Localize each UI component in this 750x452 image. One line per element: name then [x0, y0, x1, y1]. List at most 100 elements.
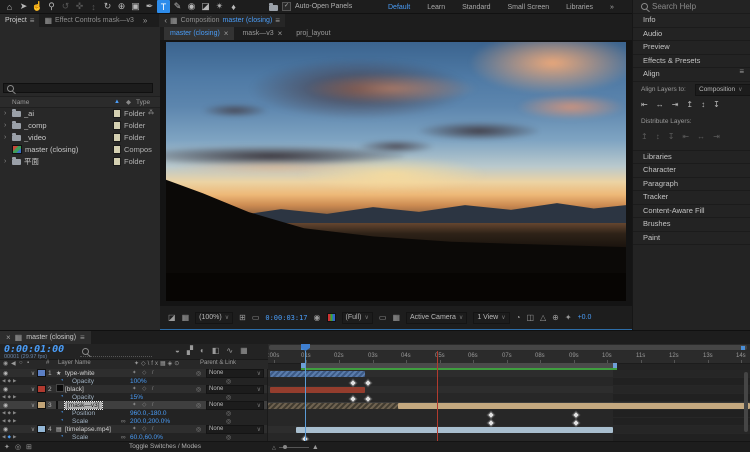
panel-audio[interactable]: Audio [633, 28, 750, 42]
twirl-icon[interactable]: ∨ [29, 386, 37, 393]
auto-open-panels-checkbox[interactable]: ✓ [282, 2, 291, 11]
brush-tool[interactable]: ✎ [171, 0, 184, 13]
draft-3d-icon[interactable]: ◧ [212, 346, 220, 355]
panel-menu-icon[interactable]: ≡ [739, 68, 744, 81]
twirl-icon[interactable]: ∨ [29, 370, 37, 377]
snapshot-icon[interactable]: ◉ [314, 314, 321, 322]
column-type[interactable]: Type [136, 99, 150, 106]
project-search-input[interactable] [3, 83, 153, 93]
layer-name[interactable]: [black] [65, 386, 84, 393]
property-row-scale[interactable]: ◀◆▶ ◔ Scale ∞ 60.0,60.0% ◎ [0, 433, 267, 441]
layer-switches[interactable]: ✦ ◇ / [132, 402, 155, 408]
distribute-top-icon[interactable]: ↥ [641, 132, 648, 141]
align-target-dropdown[interactable]: Composition∨ [695, 84, 750, 96]
label-swatch[interactable] [113, 121, 121, 130]
pixel-aspect-icon[interactable]: ◔ [516, 314, 521, 322]
mask-visibility-icon[interactable]: ▭ [252, 314, 260, 322]
graph-editor-icon[interactable]: ∿ [226, 346, 233, 355]
panel-paint[interactable]: Paint [633, 232, 750, 246]
transparency-grid-icon[interactable]: ▦ [392, 314, 400, 322]
eraser-tool[interactable]: ◪ [199, 0, 212, 13]
orbit-camera-tool[interactable]: ↺ [59, 0, 72, 13]
timeline-button-icon[interactable]: △ [540, 314, 546, 322]
distribute-left-icon[interactable]: ⇤ [682, 132, 689, 141]
panel-align[interactable]: Align ≡ [633, 68, 750, 82]
project-row[interactable]: › _ai Folder ⁂ [0, 107, 160, 119]
eye-icon[interactable]: ◉ [3, 386, 8, 393]
panel-content-aware-fill[interactable]: Content-Aware Fill [633, 205, 750, 219]
label-swatch[interactable] [37, 369, 46, 377]
project-row-composition[interactable]: master (closing) Compos [0, 143, 160, 155]
align-top-icon[interactable]: ↥ [686, 100, 693, 109]
property-row-position[interactable]: ◀◆▶ ◔ Position 960.0,-180.0 ◎ [0, 409, 267, 417]
rotation-tool[interactable]: ↻ [101, 0, 114, 13]
pan-camera-tool[interactable]: ✜ [73, 0, 86, 13]
roi-icon[interactable]: ▭ [379, 314, 387, 322]
tab-effect-controls[interactable]: ▦ Effect Controls mask—v3 [39, 14, 138, 27]
zoom-slider-handle[interactable] [283, 445, 287, 449]
constrain-link-icon[interactable]: ∞ [121, 434, 126, 441]
tab-project[interactable]: Project ≡ [0, 14, 39, 27]
label-swatch[interactable] [37, 385, 46, 393]
flowchart-icon[interactable]: ⊕ [552, 314, 559, 322]
grid-icon[interactable]: ⊞ [239, 314, 246, 322]
zoom-tool[interactable]: ⚲ [45, 0, 58, 13]
distribute-v-center-icon[interactable]: ↕ [656, 132, 660, 141]
motion-blur-icon[interactable]: ◐ [200, 346, 205, 355]
close-icon[interactable]: × [224, 30, 229, 38]
layer-row-black[interactable]: ◉ ∨ 2 [black] ✦ ◇ / ◎ None∨ [0, 385, 267, 393]
guides-icon[interactable]: ▦ [182, 314, 190, 322]
charts-icon[interactable]: ▦ [240, 346, 248, 355]
workspace-learn[interactable]: Learn [427, 4, 445, 11]
exposure-value[interactable]: +0.0 [578, 314, 592, 321]
layer-name-column-header[interactable]: Layer Name [58, 360, 91, 366]
camera-tool[interactable]: ⊕ [115, 0, 128, 13]
panel-menu-icon[interactable]: ≡ [275, 17, 280, 25]
reset-exposure-icon[interactable]: ✦ [565, 314, 572, 322]
label-swatch[interactable] [37, 425, 46, 433]
frame-blend-icon[interactable]: ▞ [187, 346, 193, 355]
eye-icon[interactable]: ◉ [3, 426, 8, 433]
timeline-nav-scrollbar[interactable] [268, 344, 750, 351]
mask-shape-tool[interactable]: ▣ [129, 0, 142, 13]
pickwhip-icon[interactable]: ◎ [226, 394, 231, 401]
property-name[interactable]: Scale [72, 418, 88, 425]
preview-toggle-icon[interactable]: ◪ [168, 314, 176, 322]
clone-stamp-tool[interactable]: ◉ [185, 0, 198, 13]
layer-row-type-white[interactable]: ◉ ∨ 1 ★ type-white ✦ ◇ / ◎ None∨ [0, 369, 267, 377]
stopwatch-icon[interactable]: ◔ [60, 434, 64, 440]
viewer-tab-proj-layout[interactable]: proj_layout [290, 27, 336, 40]
align-bottom-icon[interactable]: ↧ [713, 100, 720, 109]
twirl-icon[interactable]: › [4, 122, 9, 129]
pickwhip-icon[interactable]: ◎ [226, 418, 231, 425]
puppet-pin-tool[interactable]: ♦ [227, 0, 240, 13]
resolution-dropdown[interactable]: (Full)∨ [342, 312, 373, 324]
pickwhip-icon[interactable]: ◎ [196, 386, 201, 393]
tab-overflow-icon[interactable]: » [143, 17, 147, 25]
property-name[interactable]: Opacity [72, 394, 94, 401]
parent-link-column-header[interactable]: Parent & Link [200, 360, 236, 366]
property-value[interactable]: 15% [130, 394, 143, 401]
twirl-icon[interactable]: › [4, 158, 9, 165]
label-column-icon[interactable]: ◆ [126, 98, 131, 106]
property-value[interactable]: 960.0,-180.0 [130, 410, 167, 417]
panel-tracker[interactable]: Tracker [633, 191, 750, 205]
twirl-icon[interactable]: › [4, 134, 9, 141]
pickwhip-icon[interactable]: ◎ [196, 402, 201, 409]
align-v-center-icon[interactable]: ↕ [701, 100, 705, 109]
layer-row-mask-v3[interactable]: ◉ ∨ 3 [mask—v3] ✦ ◇ / ◎ None∨ [0, 401, 267, 409]
distribute-bottom-icon[interactable]: ↧ [668, 132, 675, 141]
layer-row-timelapse[interactable]: ◉ ∨ 4 ▤ [timelapse.mp4] ✦ ◇ / ◎ None∨ [0, 425, 267, 433]
close-icon[interactable]: × [278, 30, 283, 38]
workspace-overflow-icon[interactable]: » [610, 4, 614, 11]
search-help-input[interactable]: Search Help [633, 0, 750, 14]
track-row[interactable] [268, 434, 750, 441]
camera-dropdown[interactable]: Active Camera∨ [406, 312, 467, 324]
close-icon[interactable]: × [6, 334, 11, 342]
layer-switches[interactable]: ✦ ◇ / [132, 370, 155, 376]
twirl-icon[interactable]: ∨ [29, 426, 37, 433]
stopwatch-icon[interactable]: ◔ [60, 410, 64, 416]
home-tool[interactable]: ⌂ [3, 0, 16, 13]
nav-end-marker[interactable] [741, 346, 745, 350]
distribute-right-icon[interactable]: ⇥ [713, 132, 720, 141]
